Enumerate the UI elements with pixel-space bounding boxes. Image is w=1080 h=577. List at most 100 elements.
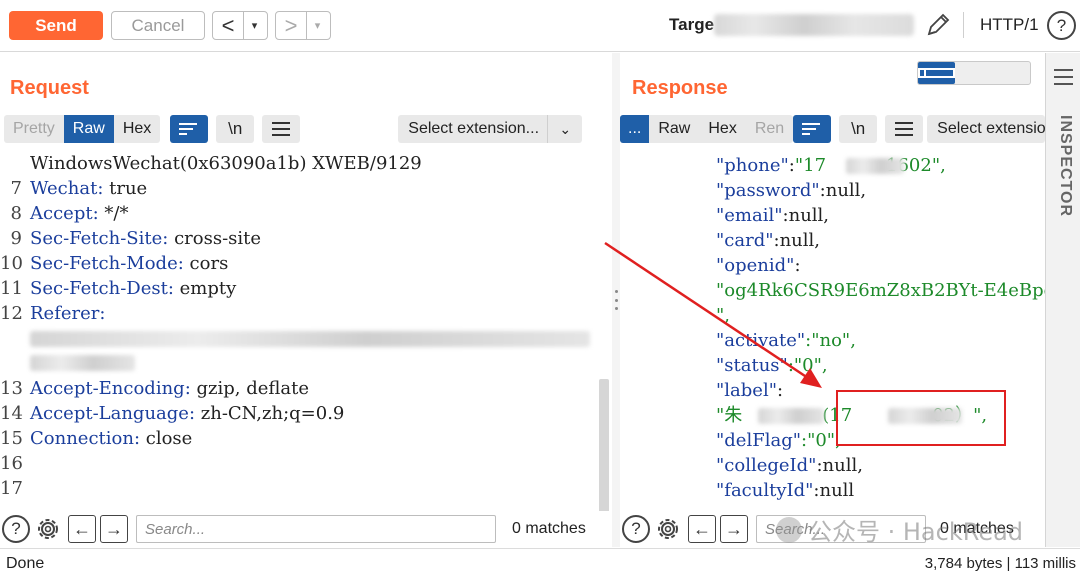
tab-hex[interactable]: Hex [699,115,745,143]
request-search-bar: ? ← → Search... 0 matches [2,511,586,547]
gear-icon[interactable] [654,515,682,543]
cancel-button[interactable]: Cancel [111,11,205,40]
toolbar-separator [963,12,964,38]
target-label: Targe [669,15,715,34]
response-title: Response [632,77,728,99]
referer-value-redacted [30,355,135,371]
request-title: Request [10,77,89,99]
response-menu-button[interactable] [885,115,924,143]
referer-value-redacted [30,331,590,347]
search-previous-arrow-icon[interactable]: ← [688,515,716,543]
request-view-tabs: Pretty Raw Hex [4,115,161,143]
forward-history-dropdown-icon[interactable]: ▾ [306,12,328,39]
top-toolbar: Send Cancel < ▾ > ▾ Targe HTTP/1 ? [0,0,1080,52]
word-wrap-icon [179,122,199,137]
chevron-down-icon: ⌄ [559,120,572,137]
request-match-count: 0 matches [512,520,586,537]
history-back-group[interactable]: < ▾ [212,11,268,40]
json-line: "delFlag":"0", [716,430,841,451]
select-extension-label: Select extension... [398,115,549,143]
forward-arrow-icon[interactable]: > [276,12,306,39]
response-editor[interactable]: "phone":"17 1602", "password":null, "emai… [620,149,1045,511]
inspector-sidebar[interactable]: INSPECTOR [1045,53,1080,547]
target-host-redacted[interactable] [714,14,914,36]
json-line: "og4Rk6CSR9E6mZ8xB2BYt-E4eBpg [716,280,1045,301]
request-line: 12 Referer: [0,303,106,324]
phone-redacted [846,158,904,174]
show-newlines-button[interactable]: \n [839,115,878,143]
json-line: "email":null, [716,205,830,226]
json-line: "status":"0", [716,355,828,376]
tab-pretty[interactable]: Pretty [4,115,64,143]
menu-icon [272,122,291,136]
drag-handle-icon[interactable] [613,290,619,310]
tab-hex[interactable]: Hex [114,115,160,143]
wechat-logo-icon [776,516,802,543]
json-line: "card":null, [716,230,820,251]
gear-icon[interactable] [34,515,62,543]
request-scrollbar[interactable] [599,379,609,511]
search-previous-arrow-icon[interactable]: ← [68,515,96,543]
single-pane-icon [993,68,1030,78]
tab-pretty-collapsed[interactable]: ... [620,115,650,143]
layout-side-by-side-button[interactable] [918,62,956,84]
json-line: "facultyId":null [716,480,855,501]
request-editor[interactable]: WindowsWechat(0x63090a1b) XWEB/9129 7 We… [0,149,612,511]
request-select-extension[interactable]: Select extension... ⌄ [398,115,583,143]
response-size-timing: 3,784 bytes | 113 millis [924,555,1076,572]
word-wrap-button[interactable] [793,115,832,143]
json-line: "password":null, [716,180,867,201]
search-next-arrow-icon[interactable]: → [100,515,128,543]
watermark: 公众号 · HackRead [776,512,1023,547]
request-line: WindowsWechat(0x63090a1b) XWEB/9129 [30,153,422,174]
request-menu-button[interactable] [262,115,301,143]
response-pane: Response ... Raw Hex Ren \n Select exten… [620,53,1046,547]
request-line: 11 Sec-Fetch-Dest: empty [0,278,237,299]
json-line: "label": [716,380,784,401]
response-select-extension[interactable]: Select extensio [927,115,1046,143]
json-line: "phone":"17 1602", [716,155,946,176]
columns-icon [918,68,956,78]
label-name-redacted [758,408,824,424]
search-help-icon[interactable]: ? [622,515,650,543]
response-subtoolbar: ... Raw Hex Ren \n Select extensio [620,114,1046,144]
history-forward-group[interactable]: > ▾ [275,11,331,40]
request-subtoolbar: Pretty Raw Hex \n Select extension... ⌄ [4,114,583,144]
http-version-label[interactable]: HTTP/1 [980,15,1039,35]
word-wrap-button[interactable] [170,115,209,143]
send-button[interactable]: Send [9,11,103,40]
response-view-tabs: ... Raw Hex Ren [620,115,794,143]
word-wrap-icon [802,122,822,137]
json-line: ", [716,305,731,326]
layout-stacked-button[interactable] [955,62,992,84]
request-line: 13 Accept-Encoding: gzip, deflate [0,378,310,399]
show-newlines-button[interactable]: \n [216,115,255,143]
status-text: Done [6,555,45,572]
back-arrow-icon[interactable]: < [213,12,243,39]
layout-toggle [917,61,1031,85]
search-next-arrow-icon[interactable]: → [720,515,748,543]
edit-target-pencil-icon[interactable] [924,11,952,39]
request-line: 14 Accept-Language: zh-CN,zh;q=0.9 [0,403,345,424]
tab-render[interactable]: Ren [746,115,793,143]
inspector-label[interactable]: INSPECTOR [1056,115,1074,217]
request-line: 9 Sec-Fetch-Site: cross-site [10,228,262,249]
request-line: 10 Sec-Fetch-Mode: cors [0,253,229,274]
back-history-dropdown-icon[interactable]: ▾ [243,12,265,39]
request-pane: Request Pretty Raw Hex \n Select extensi… [0,53,612,547]
inspector-menu-icon[interactable] [1054,69,1073,85]
layout-single-button[interactable] [993,62,1030,84]
json-line: "openid": [716,255,801,276]
status-bar: Done 3,784 bytes | 113 millis [0,548,1080,577]
tab-raw[interactable]: Raw [63,115,114,143]
request-line: 15 Connection: close [0,428,193,449]
search-help-icon[interactable]: ? [2,515,30,543]
request-search-input[interactable]: Search... [136,515,496,543]
help-icon[interactable]: ? [1047,11,1076,40]
menu-icon [895,122,914,136]
rows-icon [955,68,992,78]
tab-raw[interactable]: Raw [649,115,699,143]
request-line: 8 Accept: */* [10,203,129,224]
json-line: "collegeId":null, [716,455,863,476]
request-line: 7 Wechat: true [10,178,148,199]
